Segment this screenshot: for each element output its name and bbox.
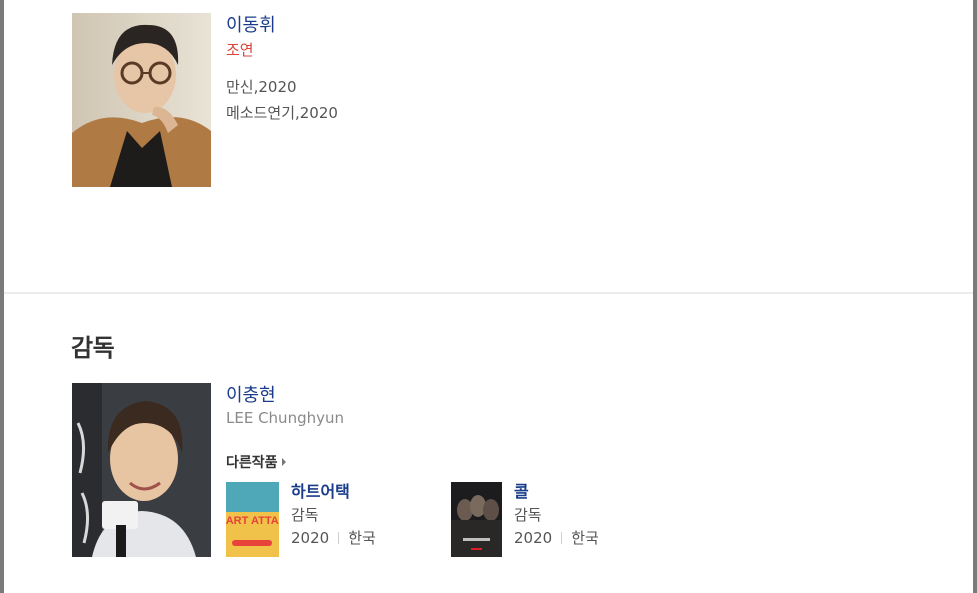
director-name-link[interactable]: 이충현 bbox=[226, 381, 276, 407]
film-country: 한국 bbox=[571, 529, 599, 547]
film-item: HEART ATTACK 하트어택 감독 2020 한국 bbox=[226, 482, 376, 557]
window-border-left bbox=[0, 0, 4, 593]
film-info: 하트어택 감독 2020 한국 bbox=[291, 482, 376, 557]
director-english-name: LEE Chunghyun bbox=[226, 409, 344, 427]
actor-work-1[interactable]: 만신,2020 bbox=[226, 76, 297, 97]
film-poster[interactable] bbox=[451, 482, 502, 557]
chevron-right-icon bbox=[281, 458, 286, 466]
film-role: 감독 bbox=[514, 506, 542, 524]
meta-separator bbox=[561, 532, 563, 544]
film-year: 2020 bbox=[514, 529, 553, 547]
actor-name-link[interactable]: 이동휘 bbox=[226, 11, 276, 37]
film-year: 2020 bbox=[291, 529, 330, 547]
film-meta: 2020 한국 bbox=[291, 528, 376, 548]
more-works-link[interactable]: 다른작품 bbox=[226, 452, 286, 472]
meta-separator bbox=[338, 532, 340, 544]
film-title-link[interactable]: 하트어택 bbox=[291, 482, 376, 502]
director-photo[interactable] bbox=[72, 383, 211, 557]
film-country: 한국 bbox=[348, 529, 376, 547]
more-works-label: 다른작품 bbox=[226, 455, 278, 471]
film-info: 콜 감독 2020 한국 bbox=[514, 482, 599, 557]
actor-role: 조연 bbox=[226, 41, 254, 59]
film-item: 콜 감독 2020 한국 bbox=[451, 482, 599, 557]
film-poster[interactable]: HEART ATTACK bbox=[226, 482, 279, 557]
film-meta: 2020 한국 bbox=[514, 528, 599, 548]
film-role: 감독 bbox=[291, 506, 319, 524]
section-divider bbox=[4, 292, 973, 294]
actor-photo[interactable] bbox=[72, 13, 211, 187]
section-title-director: 감독 bbox=[71, 334, 115, 362]
actor-work-2[interactable]: 메소드연기,2020 bbox=[226, 102, 338, 123]
window-border-right bbox=[973, 0, 977, 593]
film-title-link[interactable]: 콜 bbox=[514, 482, 599, 502]
poster-title-text: HEART ATTACK bbox=[226, 515, 279, 527]
